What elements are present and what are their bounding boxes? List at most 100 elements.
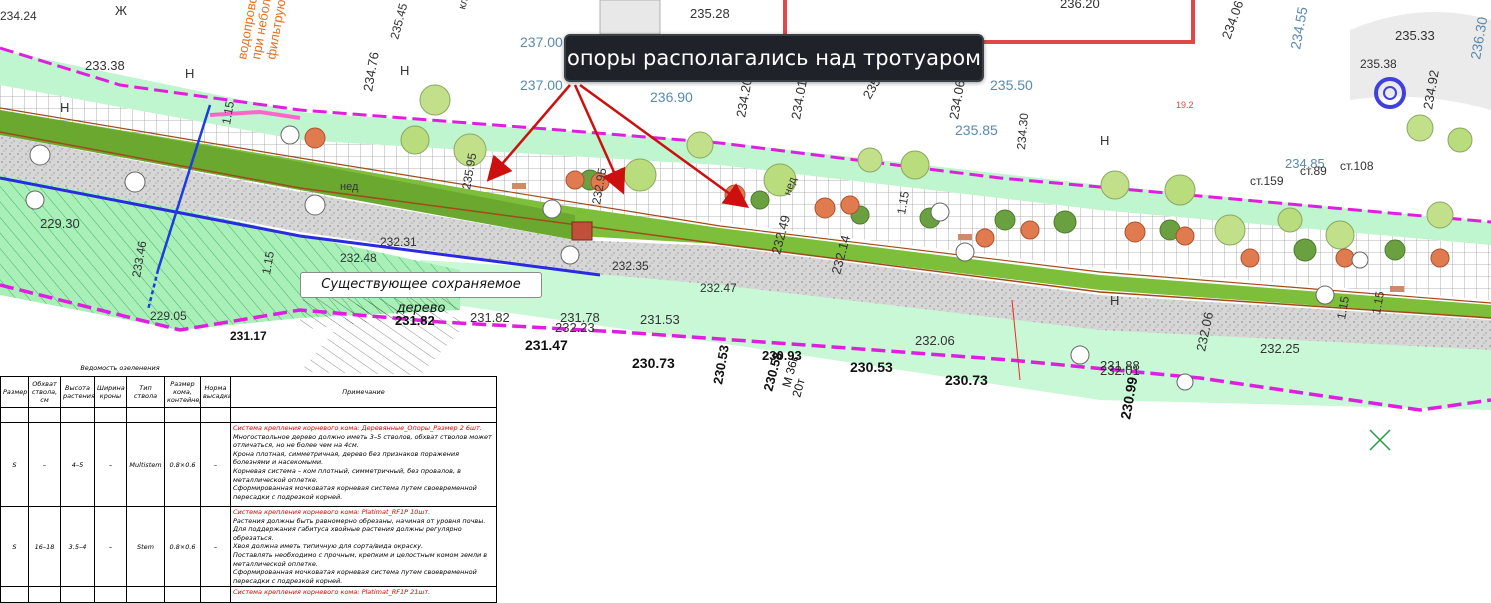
cell-girth: [28, 586, 61, 603]
tree-green: [1100, 170, 1130, 200]
existing-tree-label: Существующее сохраняемое дерево: [300, 272, 542, 316]
tree-orange: [814, 197, 836, 219]
plan-label: 235.85: [955, 122, 998, 138]
plan-label: ст.108: [1340, 159, 1374, 173]
cell-root-ball: 0.8×0.6: [164, 422, 201, 507]
note-text: Растения должны быть равномерно обрезаны…: [233, 516, 488, 585]
plan-label: Ж: [115, 3, 127, 18]
tree-orange: [1175, 226, 1195, 246]
cell-crown: –: [94, 422, 127, 507]
planting-marker: [542, 199, 562, 219]
tree-green: [857, 147, 883, 173]
cell-root-ball: 0.8×0.6: [164, 505, 201, 588]
planting-marker: [29, 144, 51, 166]
tree-green: [1053, 210, 1077, 234]
schedule-header-row: Размер Обхват ствола, см Высота растения…: [0, 376, 497, 408]
plan-label: 229.30: [40, 216, 80, 231]
plan-label: нед: [340, 181, 359, 193]
tree-green: [1447, 127, 1473, 153]
annotation-callout: опоры располагались над тротуаром: [564, 34, 984, 82]
plan-label: 232.23: [555, 320, 595, 335]
cell-note: Система крепления корневого кома: Деревя…: [230, 422, 497, 507]
cell-crown: [94, 586, 127, 603]
cell-girth: 16–18: [28, 505, 61, 588]
plan-label: 231.17: [230, 329, 267, 343]
note-text: Многоствольное дерево должно иметь 3–5 с…: [233, 432, 492, 501]
planting-marker: [124, 171, 146, 193]
plan-label: 234.24: [0, 9, 37, 23]
schedule-title: Ведомость озеленения: [80, 364, 160, 372]
plan-label: 230.73: [945, 372, 988, 388]
cell-stem: Stem: [126, 505, 165, 588]
tree-orange: [1124, 221, 1146, 243]
cell-norm: –: [200, 422, 231, 507]
cell-size: [0, 586, 29, 603]
planting-marker: [1176, 373, 1194, 391]
tree-green: [1384, 239, 1406, 261]
planting-marker: [1315, 285, 1335, 305]
plan-label: ст.89: [1300, 164, 1327, 178]
plan-label: 237.00: [520, 34, 563, 50]
tree-pit: [571, 221, 593, 241]
tree-green: [900, 150, 930, 180]
plan-label: 232.35: [612, 259, 649, 273]
plan-label: 236.20: [1060, 0, 1100, 11]
plan-label: 235.38: [1360, 57, 1397, 71]
cell-crown: –: [94, 505, 127, 588]
tree-green: [1426, 201, 1454, 229]
plan-label: 233.38: [85, 58, 125, 73]
tree-orange: [840, 195, 860, 215]
planting-marker: [955, 242, 975, 262]
tree-green: [419, 84, 451, 116]
plan-label: 232.47: [700, 281, 737, 295]
tree-green: [1293, 238, 1317, 262]
table-row-blank: [0, 407, 497, 423]
planting-marker: [25, 190, 45, 210]
tree-pit-small: [1390, 286, 1404, 292]
cell-height: 4–5: [60, 422, 95, 507]
planting-marker: [1351, 251, 1369, 269]
plan-label: Н: [1110, 293, 1119, 308]
header-note: Примечание: [230, 376, 497, 408]
cell-note: Система крепления корневого кома: Platim…: [230, 505, 497, 588]
tree-green: [686, 131, 714, 159]
tree-green: [750, 190, 770, 210]
note-attachment: Система крепления корневого кома: Platim…: [233, 508, 431, 516]
plan-label: 230.53: [850, 359, 893, 375]
cell-stem: Multistem: [126, 422, 165, 507]
cell-girth: –: [28, 422, 61, 507]
planting-marker: [560, 245, 580, 265]
planting-schedule-table: Размер Обхват ствола, см Высота растения…: [0, 376, 497, 603]
table-row: S – 4–5 – Multistem 0.8×0.6 – Система кр…: [0, 422, 497, 507]
header-crown: Ширина кроны: [94, 376, 127, 408]
header-size: Размер: [0, 376, 29, 408]
plan-label: 235.33: [1395, 28, 1435, 43]
cell-stem: [126, 586, 165, 603]
header-height: Высота растения: [60, 376, 95, 408]
cell-norm: [200, 586, 231, 603]
header-norm: Норма высадки: [200, 376, 231, 408]
planting-marker: [930, 202, 950, 222]
table-row: Система крепления корневого кома: Platim…: [0, 586, 497, 603]
tree-orange: [1020, 220, 1040, 240]
plan-label: 231.82: [470, 310, 510, 325]
table-row: S 16–18 3.5–4 – Stem 0.8×0.6 – Система к…: [0, 505, 497, 588]
tree-green: [1164, 174, 1196, 206]
note-attachment: Система крепления корневого кома: Platim…: [233, 588, 431, 597]
plan-label: 235.28: [690, 6, 730, 21]
cell-size: S: [0, 505, 29, 588]
tree-green: [994, 209, 1016, 231]
header-girth: Обхват ствола, см: [28, 376, 61, 408]
tree-orange: [975, 228, 995, 248]
plan-label: 232.25: [1260, 341, 1300, 356]
plan-label: 235.50: [990, 77, 1033, 93]
plan-label: 231.47: [525, 337, 568, 353]
tree-green: [400, 125, 430, 155]
plan-label: Н: [400, 63, 409, 78]
header-root-ball: Размер кома, контейнера: [164, 376, 201, 408]
plan-label: 232.31: [380, 235, 417, 249]
plan-label: 19.2: [1176, 100, 1194, 110]
plan-label: 237.00: [520, 77, 563, 93]
plan-label: Н: [60, 100, 69, 115]
cell-note: Система крепления корневого кома: Platim…: [230, 586, 497, 603]
